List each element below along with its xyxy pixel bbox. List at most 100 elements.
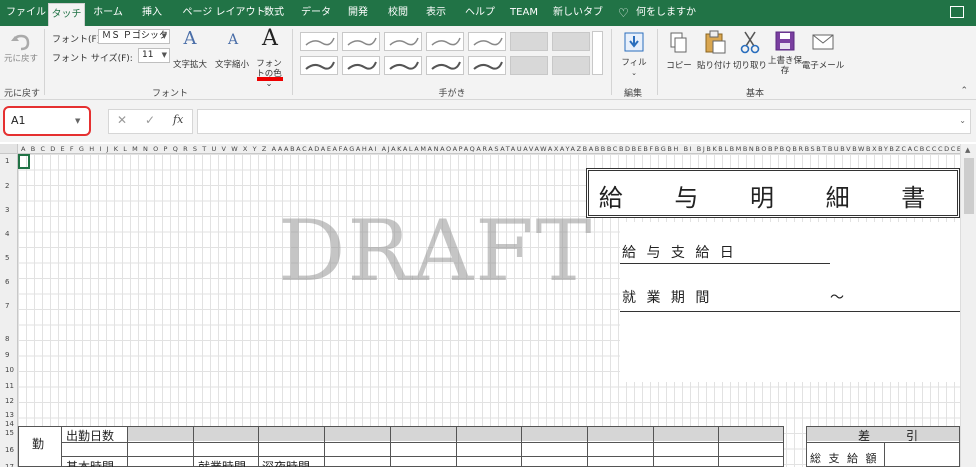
font-size-value: 11 [142, 50, 154, 60]
font-name-select[interactable]: ＭＳ Ｐゴシック ▼ [98, 29, 170, 44]
chevron-down-icon[interactable]: ▼ [75, 108, 80, 134]
table-divider [193, 427, 194, 467]
copy-icon[interactable] [670, 32, 688, 54]
shrink-font-label[interactable]: 文字縮小 [212, 58, 252, 70]
row-headers[interactable]: 1 2 3 4 5 6 7 8 9 10 11 12 13 14 15 16 1… [0, 154, 18, 467]
scroll-up-icon[interactable]: ▲ [965, 146, 970, 154]
table-divider [884, 442, 885, 467]
cut-button-label[interactable]: 切り取り [732, 59, 768, 71]
row-header[interactable]: 17 [0, 463, 17, 467]
font-color-icon[interactable]: A [259, 26, 281, 51]
tab-data[interactable]: データ [298, 0, 334, 26]
table-divider [587, 427, 588, 467]
row-header[interactable]: 13 [0, 411, 17, 419]
table-header-shading [127, 427, 783, 441]
pen-gallery-scroll[interactable] [592, 31, 603, 75]
row-header[interactable]: 15 [0, 429, 17, 437]
chevron-down-icon: ▼ [161, 32, 167, 40]
comment-icon[interactable] [950, 6, 964, 18]
tab-developer[interactable]: 開発 [340, 0, 376, 26]
group-label-undo: 元に戻す [4, 89, 41, 99]
group-separator [657, 29, 658, 95]
deduction-header: 差 引 [858, 429, 919, 443]
row-header[interactable]: 14 [0, 420, 17, 428]
tab-file[interactable]: ファイル [4, 0, 48, 26]
formula-buttons: ✕ ✓ fx [108, 109, 193, 134]
expand-formula-icon[interactable]: ⌄ [959, 116, 966, 125]
collapse-ribbon-icon[interactable]: ⌃ [960, 86, 968, 96]
formula-input[interactable]: ⌄ [197, 109, 971, 134]
grow-font-label[interactable]: 文字拡大 [172, 58, 208, 70]
grow-font-icon[interactable]: A [180, 28, 200, 49]
row-header[interactable]: 4 [0, 230, 17, 238]
row-header[interactable]: 10 [0, 366, 17, 374]
cancel-icon[interactable]: ✕ [117, 113, 127, 127]
row-header[interactable]: 8 [0, 335, 17, 343]
column-headers[interactable]: A B C D E F G H I J K L M N O P Q R S T … [18, 144, 960, 154]
active-cell-a1[interactable] [18, 154, 30, 169]
sheet-title: 給 与 明 細 書 [598, 184, 948, 212]
period-tilde: ～ [830, 290, 847, 306]
font-size-label: フォント サイズ(F): [52, 54, 133, 64]
tab-insert[interactable]: 挿入 [132, 0, 172, 26]
work-period-underline [620, 311, 960, 312]
save-button-label[interactable]: 上書き保存 [768, 56, 802, 76]
select-all-corner[interactable] [0, 144, 18, 154]
paste-button-label[interactable]: 貼り付け [696, 59, 732, 71]
name-box[interactable]: A1 ▼ [3, 106, 91, 136]
paste-icon[interactable] [704, 30, 726, 54]
row-header[interactable]: 9 [0, 351, 17, 359]
formula-bar: A1 ▼ ✕ ✓ fx ⌄ [0, 100, 976, 142]
scrollbar-thumb[interactable] [964, 158, 974, 214]
work-period-label: 就 業 期 間 [622, 290, 713, 306]
font-size-select[interactable]: 11 ▼ [138, 48, 170, 63]
pay-date-label: 給 与 支 給 日 [622, 245, 737, 261]
font-name-label: フォント(F): [52, 35, 104, 45]
fill-button-label[interactable]: フィル ⌄ [620, 58, 648, 78]
tab-home[interactable]: ホーム [88, 0, 128, 26]
table-row-line [61, 442, 783, 443]
tab-team[interactable]: TEAM [504, 0, 544, 26]
cut-icon[interactable] [740, 30, 760, 54]
shrink-font-icon[interactable]: A [224, 32, 242, 48]
row-header[interactable]: 16 [0, 446, 17, 454]
row-header[interactable]: 11 [0, 382, 17, 390]
row-header[interactable]: 3 [0, 206, 17, 214]
enter-icon[interactable]: ✓ [145, 113, 155, 127]
fill-down-icon[interactable] [624, 32, 644, 52]
table-row-line [61, 456, 783, 457]
attendance-label: 勤 [32, 437, 45, 451]
tab-help[interactable]: ヘルプ [462, 0, 498, 26]
row-header[interactable]: 2 [0, 182, 17, 190]
work-days-header: 出勤日数 [66, 429, 115, 443]
row-header[interactable]: 5 [0, 254, 17, 262]
table-divider [61, 427, 62, 467]
tab-touch[interactable]: タッチ [48, 3, 85, 26]
row-header[interactable]: 12 [0, 397, 17, 405]
email-icon[interactable] [812, 31, 834, 51]
table-divider [456, 427, 457, 467]
table-divider [390, 427, 391, 467]
group-separator [611, 29, 612, 95]
row-header[interactable]: 1 [0, 157, 17, 165]
group-label-font: フォント [151, 89, 188, 99]
save-icon[interactable] [775, 31, 795, 51]
copy-button-label[interactable]: コピー [664, 59, 694, 71]
base-hours-header: 基本時間 [66, 460, 115, 467]
tab-new-tab[interactable]: 新しいタブ [550, 0, 606, 26]
email-button-label[interactable]: 電子メール [800, 59, 846, 71]
tell-me-box[interactable]: 何をしますか [636, 0, 696, 26]
tab-formulas[interactable]: 数式 [256, 0, 292, 26]
table-divider [521, 427, 522, 467]
insert-function-icon[interactable]: fx [173, 113, 183, 126]
tab-view[interactable]: 表示 [418, 0, 454, 26]
vertical-scrollbar[interactable]: ▲ [960, 144, 976, 467]
undo-button-label[interactable]: 元に戻す [4, 54, 38, 64]
undo-icon[interactable] [10, 32, 32, 52]
group-separator [44, 29, 45, 95]
row-header[interactable]: 7 [0, 302, 17, 310]
row-header[interactable]: 6 [0, 278, 17, 286]
font-color-label[interactable]: フォントの色 ⌄ [254, 59, 284, 89]
work-hours-header: 就業時間 [198, 460, 247, 467]
tab-review[interactable]: 校閲 [380, 0, 416, 26]
